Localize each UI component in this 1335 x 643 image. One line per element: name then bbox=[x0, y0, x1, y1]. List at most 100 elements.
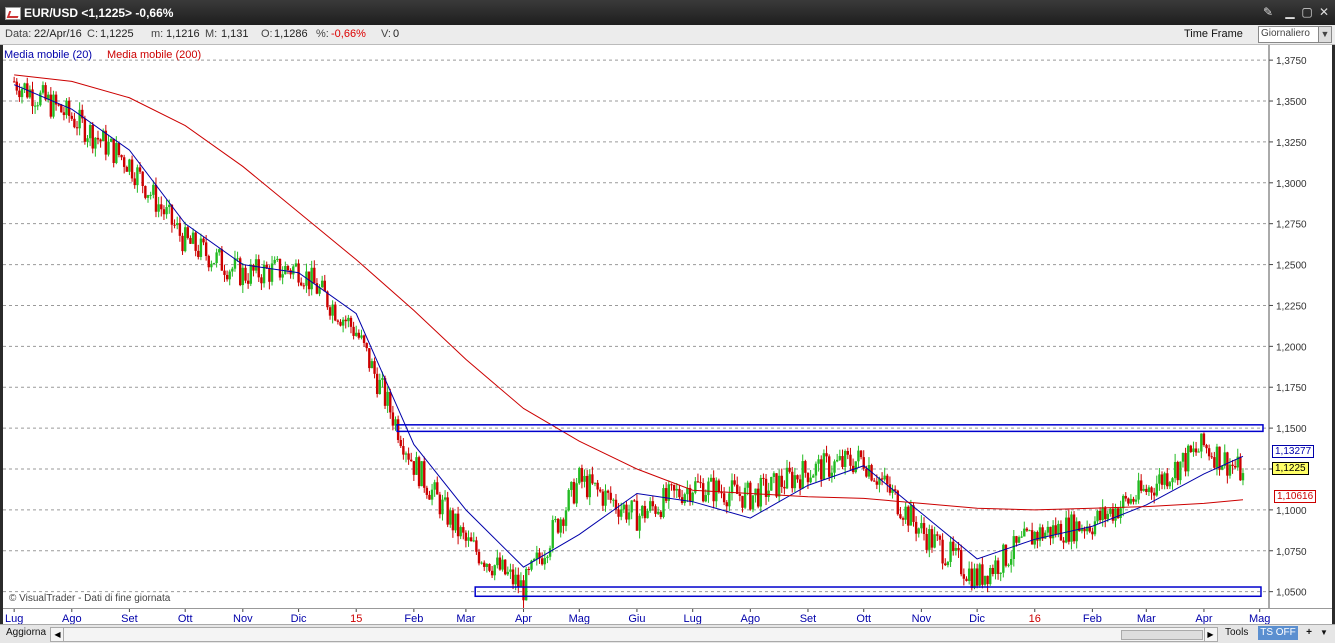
update-button[interactable]: Aggiorna bbox=[6, 626, 46, 640]
candle-body bbox=[1176, 461, 1179, 481]
candle-body bbox=[599, 489, 602, 492]
candle-body bbox=[707, 481, 710, 496]
scroll-left-icon[interactable]: ◀ bbox=[52, 628, 64, 641]
candle-body bbox=[86, 138, 89, 142]
app-logo-icon bbox=[5, 7, 21, 20]
ma20-price-label: 1,13277 bbox=[1272, 445, 1315, 458]
candle-body bbox=[909, 505, 913, 526]
max-label: M: bbox=[205, 28, 218, 40]
pin-icon[interactable]: ✎ bbox=[1259, 4, 1277, 21]
candle-body bbox=[12, 81, 16, 83]
candle-body bbox=[91, 124, 94, 149]
candle-body bbox=[365, 342, 368, 349]
y-tick-label: 1,3500 bbox=[1276, 97, 1307, 108]
candle-body bbox=[717, 480, 721, 492]
candle-body bbox=[899, 514, 902, 519]
candle-body bbox=[630, 500, 633, 513]
candle-body bbox=[783, 486, 786, 489]
candle-body bbox=[728, 493, 731, 507]
candle-body bbox=[18, 90, 21, 98]
candle-body bbox=[186, 227, 190, 238]
candle-body bbox=[1137, 480, 1140, 500]
candle-body bbox=[125, 166, 128, 172]
close-label: C: bbox=[87, 28, 98, 40]
timeframe-value: Giornaliero bbox=[1261, 28, 1310, 39]
candle-body bbox=[633, 500, 636, 502]
horizontal-scrollbar[interactable]: ◀ ▶ bbox=[50, 627, 1218, 642]
candle-body bbox=[986, 575, 989, 585]
candle-body bbox=[138, 167, 142, 172]
candle-body bbox=[1233, 466, 1237, 468]
candle-body bbox=[1171, 478, 1174, 483]
window-title: EUR/USD <1,1225> -0,66% bbox=[24, 6, 174, 20]
candle-body bbox=[641, 505, 644, 516]
candle-body bbox=[1124, 495, 1127, 499]
candle-body bbox=[751, 495, 755, 510]
candle-body bbox=[651, 501, 655, 507]
candle-body bbox=[1187, 445, 1190, 472]
info-bar: Data: 22/Apr/16 C: 1,1225 m: 1,1216 M: 1… bbox=[0, 25, 1335, 45]
candle-body bbox=[168, 204, 171, 208]
candle-body bbox=[176, 223, 179, 226]
ts-off-button[interactable]: TS OFF bbox=[1258, 626, 1298, 640]
candle-body bbox=[394, 419, 397, 426]
candle-body bbox=[822, 453, 826, 480]
candle-body bbox=[99, 139, 102, 142]
ma200-line bbox=[14, 74, 1244, 511]
candle-body bbox=[1179, 461, 1182, 481]
tools-button[interactable]: Tools bbox=[1225, 626, 1248, 640]
candle-body bbox=[664, 488, 668, 501]
candle-body bbox=[659, 511, 663, 518]
timeframe-select[interactable]: Giornaliero ▼ bbox=[1258, 26, 1332, 43]
candle-body bbox=[952, 541, 955, 551]
candle-body bbox=[1192, 448, 1195, 452]
plus-icon[interactable]: + bbox=[1303, 626, 1315, 640]
candle-body bbox=[527, 568, 531, 570]
chevron-down-icon[interactable]: ▼ bbox=[1318, 27, 1331, 42]
volume-label: V: bbox=[381, 28, 391, 40]
scroll-right-icon[interactable]: ▶ bbox=[1204, 628, 1216, 641]
scroll-thumb[interactable] bbox=[1121, 630, 1203, 640]
candle-body bbox=[635, 500, 639, 531]
x-axis-labels: Lug Ago Set Ott Nov Dic 15 Feb Mar Apr Mag Giu Lug Ag… bbox=[5, 609, 1270, 625]
minimize-icon[interactable]: ▁ bbox=[1281, 4, 1299, 21]
candle-body bbox=[759, 477, 763, 507]
candle-body bbox=[967, 568, 971, 581]
x-axis: Lug Ago Set Ott Nov Dic 15 Feb Mar Apr Mag Giu Lug Ag… bbox=[3, 608, 1332, 625]
candle-body bbox=[944, 563, 947, 566]
candle-body bbox=[472, 540, 475, 542]
candle-body bbox=[144, 185, 147, 198]
candle-body bbox=[1132, 498, 1135, 502]
candle-body bbox=[331, 304, 334, 316]
candle-body bbox=[1017, 537, 1021, 543]
candle-body bbox=[806, 472, 810, 483]
close-icon[interactable]: ✕ bbox=[1315, 4, 1333, 21]
candle-body bbox=[678, 488, 681, 498]
chevron-down-icon[interactable]: ▼ bbox=[1318, 626, 1330, 640]
candle-body bbox=[428, 494, 431, 500]
candle-body bbox=[160, 204, 163, 210]
candle-body bbox=[917, 528, 920, 534]
candle-body bbox=[743, 487, 747, 508]
y-tick-label: 1,1000 bbox=[1276, 506, 1307, 517]
candle-body bbox=[204, 242, 208, 257]
candle-body bbox=[978, 564, 981, 586]
candle-body bbox=[627, 512, 631, 520]
candle-body bbox=[320, 280, 324, 288]
candle-body bbox=[1093, 521, 1097, 535]
candle-body bbox=[246, 280, 250, 284]
candle-body bbox=[843, 450, 847, 467]
candle-body bbox=[378, 379, 381, 395]
date-value: 22/Apr/16 bbox=[34, 28, 82, 40]
price-chart[interactable]: 1,3750 1,3500 1,3250 1,3000 1,2750 1,2500 1,22… bbox=[3, 45, 1332, 608]
candle-body bbox=[417, 457, 421, 487]
y-tick-label: 1,1500 bbox=[1276, 424, 1307, 435]
candle-body bbox=[122, 157, 126, 167]
candle-body bbox=[606, 490, 610, 493]
maximize-icon[interactable]: ▢ bbox=[1298, 4, 1316, 21]
candle-body bbox=[798, 479, 802, 489]
candle-body bbox=[1139, 480, 1143, 491]
candle-body bbox=[519, 580, 523, 588]
candle-body bbox=[780, 475, 783, 487]
candle-body bbox=[286, 266, 290, 271]
